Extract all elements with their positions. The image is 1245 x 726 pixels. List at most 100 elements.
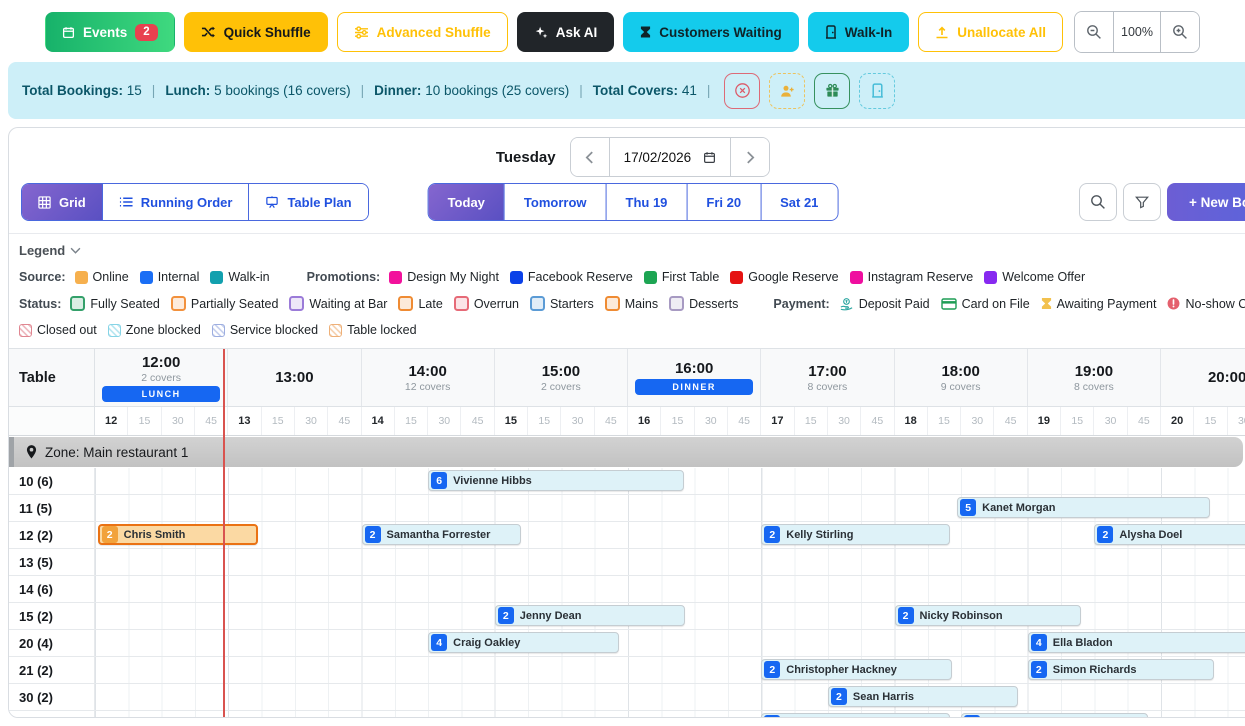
booking-bar-nicky-robinson[interactable]: 2Nicky Robinson xyxy=(895,605,1082,626)
partially-seated-swatch xyxy=(171,296,186,311)
easel-icon xyxy=(265,195,279,209)
tab-fri-20[interactable]: Fri 20 xyxy=(686,184,760,220)
legend-toggle[interactable]: Legend xyxy=(19,243,1245,258)
booking-bar-samantha-forrester[interactable]: 2Samantha Forrester xyxy=(362,524,522,545)
quick-shuffle-button[interactable]: Quick Shuffle xyxy=(184,12,328,52)
legend-status-payment-row: Status: Fully SeatedPartially SeatedWait… xyxy=(19,296,1245,311)
booking-grid: Table 12:002 coversLUNCH13:0014:0012 cov… xyxy=(9,348,1245,718)
date-navigation: Tuesday 17/02/2026 xyxy=(9,128,1245,177)
zone-blocked-swatch xyxy=(108,324,121,337)
legend-item-zone-blocked: Zone blocked xyxy=(108,323,201,337)
walk-in-door-filter-button[interactable] xyxy=(859,73,895,109)
booking-bar-ella-bladon[interactable]: 4Ella Bladon xyxy=(1028,632,1245,653)
legend-item-first-table: First Table xyxy=(644,270,719,284)
guest-name: Kanet Morgan xyxy=(982,502,1055,514)
legend-item-no-show-charged: No-show Charged xyxy=(1167,297,1245,311)
hour-header-17: 17:008 covers xyxy=(761,349,894,406)
table-label-12-2: 12 (2) xyxy=(9,522,95,548)
booking-bar-shelley-meredith[interactable]: 2Shelley Meredith xyxy=(961,713,1148,718)
table-row-30-2: 30 (2)2Sean Harris xyxy=(9,684,1245,711)
booking-bar-alysha-doel[interactable]: 2Alysha Doel xyxy=(1094,524,1245,545)
walk-in-button[interactable]: Walk-In xyxy=(808,12,910,52)
chevron-right-icon xyxy=(746,151,755,164)
booking-bar-vivienne-hibbs[interactable]: 6Vivienne Hibbs xyxy=(428,470,684,491)
table-row-10-6: 10 (6)6Vivienne Hibbs xyxy=(9,468,1245,495)
instagram-reserve-swatch xyxy=(850,271,863,284)
list-icon xyxy=(119,196,133,208)
tab-table-plan[interactable]: Table Plan xyxy=(248,184,367,220)
legend-item-card-on-file: Card on File xyxy=(941,297,1030,311)
party-size-badge: 2 xyxy=(898,607,914,624)
late-swatch xyxy=(398,296,413,311)
legend-item-desserts: Desserts xyxy=(669,296,738,311)
funnel-icon xyxy=(1135,195,1149,209)
new-booking-button[interactable]: + New Booking xyxy=(1167,183,1245,221)
unallocate-all-button[interactable]: Unallocate All xyxy=(918,12,1063,52)
guest-name: Samantha Forrester xyxy=(387,529,491,541)
ask-ai-button[interactable]: Ask AI xyxy=(517,12,615,52)
service-blocked-swatch xyxy=(212,324,225,337)
tab-running-order[interactable]: Running Order xyxy=(102,184,249,220)
gift-filter-button[interactable] xyxy=(814,73,850,109)
legend: Legend Source: OnlineInternalWalk-in Pro… xyxy=(9,234,1245,345)
door-icon xyxy=(825,25,837,39)
table-row-13-5: 13 (5) xyxy=(9,549,1245,576)
table-locked-swatch xyxy=(329,324,342,337)
booking-bar-christopher-hackney[interactable]: 2Christopher Hackney xyxy=(761,659,952,680)
advanced-shuffle-button[interactable]: Advanced Shuffle xyxy=(337,12,508,52)
events-label: Events xyxy=(83,25,127,40)
party-size-badge: 2 xyxy=(1097,526,1113,543)
facebook-reserve-swatch xyxy=(510,271,523,284)
tab-grid[interactable]: Grid xyxy=(22,184,102,220)
table-row-11-5: 11 (5) 5Kanet Morgan xyxy=(9,495,1245,522)
tab-tomorrow[interactable]: Tomorrow xyxy=(504,184,606,220)
card-icon xyxy=(941,298,957,310)
table-row-20-4: 20 (4)4Craig Oakley4Ella Bladon xyxy=(9,630,1245,657)
lunch-stat: Lunch: 5 bookings (16 covers) xyxy=(165,83,350,98)
booking-bar-simon-richards[interactable]: 2Simon Richards xyxy=(1028,659,1215,680)
table-label-11-5: 11 (5) xyxy=(9,495,95,521)
next-day-button[interactable] xyxy=(731,138,769,176)
events-count-badge: 2 xyxy=(135,24,157,41)
dinner-service-pill: DINNER xyxy=(635,379,753,395)
booking-bar-craig-oakley[interactable]: 4Craig Oakley xyxy=(428,632,619,653)
tab-thu-19[interactable]: Thu 19 xyxy=(606,184,687,220)
grid-icon xyxy=(38,196,51,209)
legend-item-walk-in: Walk-in xyxy=(210,270,269,284)
filter-button[interactable] xyxy=(1123,183,1161,221)
booking-bar-chris-smith[interactable]: 2Chris Smith xyxy=(98,524,258,545)
zoom-level: 100% xyxy=(1113,12,1161,52)
legend-item-partially-seated: Partially Seated xyxy=(171,296,279,311)
zoom-out-button[interactable] xyxy=(1075,12,1113,52)
walk-in-guests-filter-button[interactable] xyxy=(769,73,805,109)
date-picker[interactable]: 17/02/2026 xyxy=(609,138,732,176)
walk-in-swatch xyxy=(210,271,223,284)
customers-waiting-label: Customers Waiting xyxy=(659,25,782,40)
previous-day-button[interactable] xyxy=(571,138,609,176)
unallocate-all-label: Unallocate All xyxy=(957,25,1046,40)
sparkles-icon xyxy=(534,25,548,39)
party-size-badge: 2 xyxy=(1031,661,1047,678)
waiting-at-bar-swatch xyxy=(289,296,304,311)
tab-today[interactable]: Today xyxy=(429,184,504,220)
booking-bar-kelly-stirling[interactable]: 2Kelly Stirling xyxy=(761,524,950,545)
walk-in-label: Walk-In xyxy=(845,25,893,40)
booking-bar-sean-harris[interactable]: 2Sean Harris xyxy=(828,686,1019,707)
events-button[interactable]: Events 2 xyxy=(45,12,175,52)
booking-bar-tristan-elsworth[interactable]: 2Tristan Elsworth xyxy=(761,713,950,718)
app-root: Events 2 Quick Shuffle Advanced Shuffle … xyxy=(0,0,1245,718)
party-size-badge: 2 xyxy=(831,688,847,705)
legend-item-design-my-night: Design My Night xyxy=(389,270,499,284)
zone-label: Zone: Main restaurant 1 xyxy=(45,445,188,460)
tab-sat-21[interactable]: Sat 21 xyxy=(760,184,837,220)
legend-blocked-row: Closed outZone blockedService blockedTab… xyxy=(19,323,1245,337)
quick-shuffle-label: Quick Shuffle xyxy=(224,25,311,40)
closed-out-filter-button[interactable] xyxy=(724,73,760,109)
booking-bar-jenny-dean[interactable]: 2Jenny Dean xyxy=(495,605,686,626)
search-button[interactable] xyxy=(1079,183,1117,221)
customers-waiting-button[interactable]: Customers Waiting xyxy=(623,12,799,52)
booking-bar-kanet-morgan[interactable]: 5Kanet Morgan xyxy=(957,497,1210,518)
sliders-icon xyxy=(354,26,369,39)
hour-header-20: 20:00 xyxy=(1161,349,1245,406)
zoom-in-button[interactable] xyxy=(1161,12,1199,52)
